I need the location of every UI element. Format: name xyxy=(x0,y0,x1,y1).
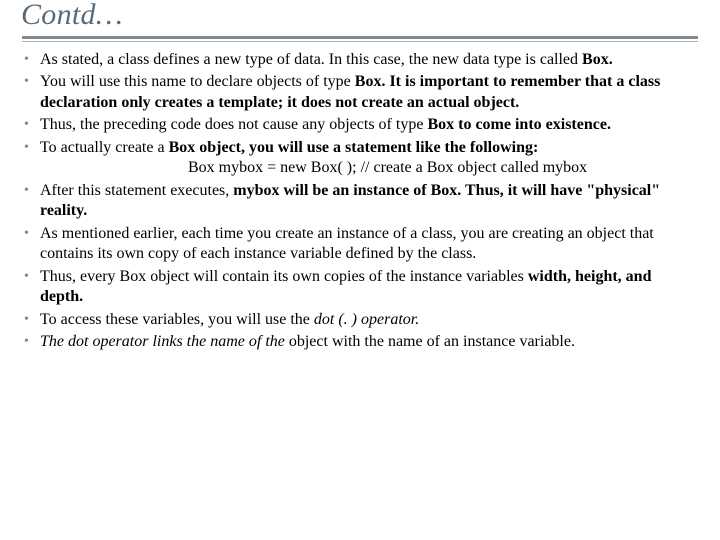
text: As mentioned earlier, each time you crea… xyxy=(40,225,654,262)
list-item: To access these variables, you will use … xyxy=(22,310,698,330)
text: Thus, the preceding code does not cause … xyxy=(40,116,427,133)
list-item: As mentioned earlier, each time you crea… xyxy=(22,224,698,265)
rule-top xyxy=(22,36,698,39)
slide: Contd… As stated, a class defines a new … xyxy=(0,0,720,540)
code-line: Box mybox = new Box( ); // create a Box … xyxy=(40,158,698,178)
list-item: To actually create a Box object, you wil… xyxy=(22,138,698,179)
text: To access these variables, you will use … xyxy=(40,311,314,328)
text: You will use this name to declare object… xyxy=(40,73,355,90)
rule-bottom xyxy=(22,41,698,42)
text: To actually create a xyxy=(40,139,169,156)
text-bold: Box. xyxy=(582,51,613,68)
list-item: As stated, a class defines a new type of… xyxy=(22,50,698,70)
list-item: After this statement executes, mybox wil… xyxy=(22,181,698,222)
text: After this statement executes, xyxy=(40,182,233,199)
list-item: The dot operator links the name of the o… xyxy=(22,332,698,352)
title-rule xyxy=(22,36,698,42)
bullet-list: As stated, a class defines a new type of… xyxy=(22,50,698,353)
text-bold: Box to come into existence. xyxy=(427,116,611,133)
list-item: You will use this name to declare object… xyxy=(22,72,698,113)
text: As stated, a class defines a new type of… xyxy=(40,51,582,68)
text-bold: Box object, you will use a statement lik… xyxy=(169,139,539,156)
text: Thus, every Box object will contain its … xyxy=(40,268,528,285)
list-item: Thus, the preceding code does not cause … xyxy=(22,115,698,135)
text-italic: The dot operator links the name of the xyxy=(40,333,285,350)
text: object with the name of an instance vari… xyxy=(285,333,575,350)
slide-title: Contd… xyxy=(21,0,698,30)
list-item: Thus, every Box object will contain its … xyxy=(22,267,698,308)
text-italic: dot (. ) operator. xyxy=(314,311,419,328)
